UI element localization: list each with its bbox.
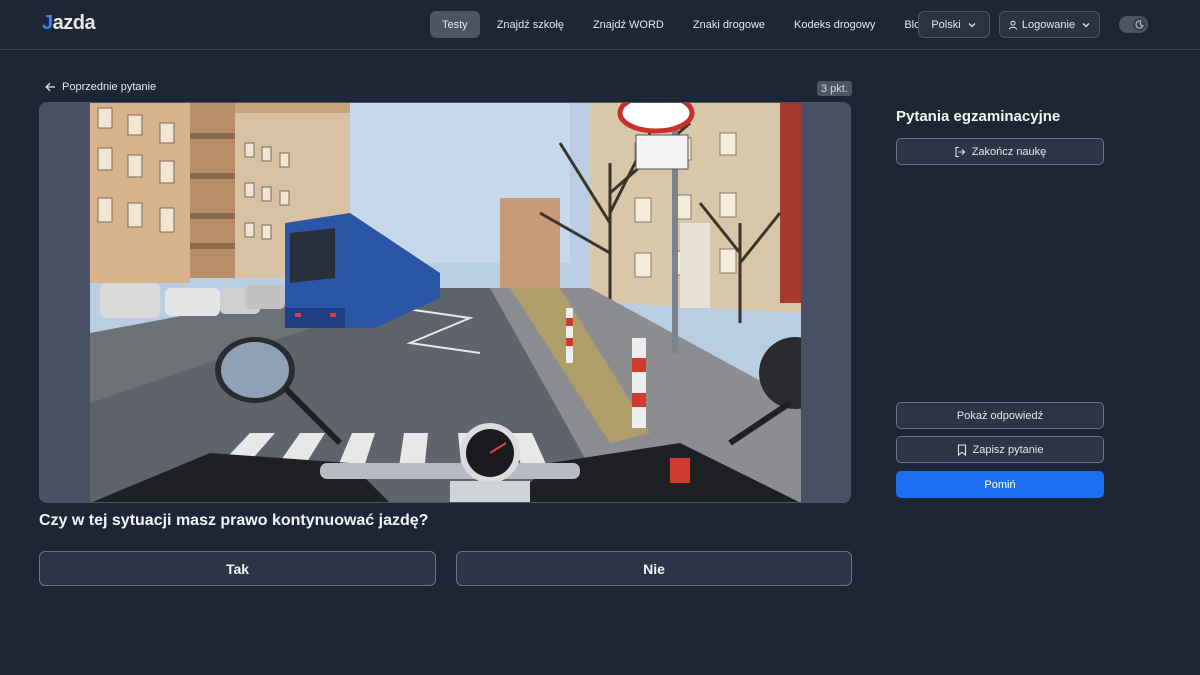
main-nav: Testy Znajdź szkołę Znajdź WORD Znaki dr…: [430, 11, 943, 38]
logout-icon: [955, 146, 965, 157]
answer-no-button[interactable]: Nie: [456, 551, 852, 586]
skip-button[interactable]: Pomiń: [896, 471, 1104, 498]
save-question-label: Zapisz pytanie: [972, 443, 1044, 456]
chevron-down-icon: [968, 22, 976, 27]
previous-question-label: Poprzednie pytanie: [62, 81, 157, 93]
arrow-left-icon: [45, 82, 55, 92]
save-question-button[interactable]: Zapisz pytanie: [896, 436, 1104, 463]
nav-item-znaki-drogowe[interactable]: Znaki drogowe: [681, 11, 777, 38]
nav-item-testy[interactable]: Testy: [430, 11, 480, 38]
question-text: Czy w tej sytuacji masz prawo kontynuowa…: [39, 512, 429, 529]
finish-learning-label: Zakończ naukę: [971, 145, 1047, 158]
bookmark-icon: [957, 443, 966, 456]
theme-toggle[interactable]: [1119, 16, 1148, 33]
answer-yes-button[interactable]: Tak: [39, 551, 436, 586]
nav-item-znajdz-szkole[interactable]: Znajdź szkołę: [485, 11, 576, 38]
question-media: [39, 102, 851, 503]
user-icon: [1008, 20, 1017, 30]
logo[interactable]: Jazda: [42, 12, 96, 35]
previous-question-link[interactable]: Poprzednie pytanie: [45, 81, 156, 93]
chevron-down-icon: [1082, 22, 1090, 27]
login-label: Logowanie: [1021, 18, 1076, 31]
top-navbar: Jazda Testy Znajdź szkołę Znajdź WORD Zn…: [0, 0, 1200, 50]
language-dropdown[interactable]: Polski: [918, 11, 990, 38]
finish-learning-button[interactable]: Zakończ naukę: [896, 138, 1104, 165]
points-badge: 3 pkt.: [817, 81, 852, 96]
show-answer-button[interactable]: Pokaż odpowiedź: [896, 402, 1104, 429]
sidebar-title: Pytania egzaminacyjne: [896, 108, 1061, 125]
question-image: [90, 103, 801, 502]
nav-item-kodeks-drogowy[interactable]: Kodeks drogowy: [782, 11, 887, 38]
nav-item-znajdz-word[interactable]: Znajdź WORD: [581, 11, 676, 38]
moon-icon: [1133, 18, 1146, 31]
language-label: Polski: [931, 18, 961, 31]
login-dropdown[interactable]: Logowanie: [999, 11, 1100, 38]
